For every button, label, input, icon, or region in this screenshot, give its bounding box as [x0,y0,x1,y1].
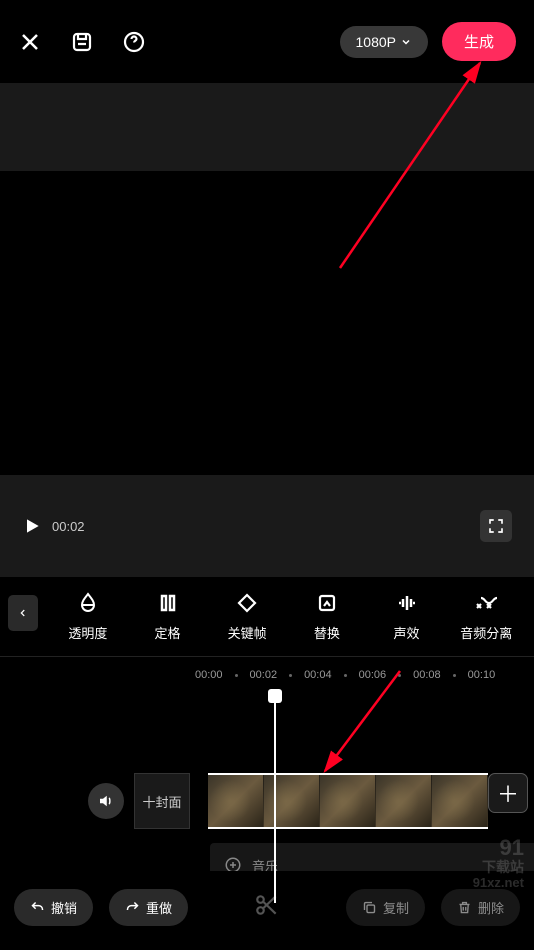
cut-icon[interactable] [254,892,280,923]
video-preview[interactable] [0,171,534,475]
delete-label: 删除 [478,898,504,917]
tool-label: 定格 [155,623,181,642]
copy-icon [362,900,377,915]
tool-label: 关键帧 [228,623,267,642]
playhead[interactable] [274,693,276,903]
tool-opacity[interactable]: 透明度 [48,591,128,642]
edit-toolbar: 透明度 定格 关键帧 替换 声效 音频分离 [0,577,534,657]
ruler-tick: 00:08 [413,669,441,681]
tool-label: 透明度 [68,623,107,642]
resolution-label: 1080P [356,34,396,50]
ruler-tick: 00:02 [250,669,278,681]
sfx-icon [395,591,419,615]
ruler-tick: 00:10 [468,669,496,681]
copy-button[interactable]: 复制 [346,889,425,926]
resolution-button[interactable]: 1080P [340,26,428,58]
copy-label: 复制 [383,898,409,917]
chevron-down-icon [400,36,412,48]
redo-button[interactable]: 重做 [109,889,188,926]
fullscreen-icon[interactable] [480,510,512,542]
delete-button[interactable]: 删除 [441,889,520,926]
thumbnail [376,775,432,827]
freeze-icon [156,591,180,615]
undo-button[interactable]: 撤销 [14,889,93,926]
redo-label: 重做 [146,898,172,917]
video-clip[interactable]: 1227169D1137C1A623453D200666EB31.mp4 [208,773,488,829]
preview-padding-top [0,83,534,171]
tool-audio-separate[interactable]: 音频分离 [446,591,526,642]
thumbnail [432,775,488,827]
tool-label: 声效 [394,623,420,642]
close-icon[interactable] [18,30,42,54]
help-icon[interactable] [122,30,146,54]
opacity-icon [76,591,100,615]
bottom-toolbar: 撤销 重做 复制 删除 [0,871,534,950]
cover-label: 十封面 [142,792,181,811]
tool-label: 音频分离 [460,623,512,642]
audio-separate-icon [474,591,498,615]
generate-button[interactable]: 生成 [442,22,516,61]
keyframe-icon [235,591,259,615]
time-ruler[interactable]: 00:00 00:02 00:04 00:06 00:08 00:10 [0,657,534,693]
tool-keyframe[interactable]: 关键帧 [207,591,287,642]
generate-label: 生成 [464,34,494,51]
tool-sfx[interactable]: 声效 [367,591,447,642]
replace-icon [315,591,339,615]
volume-icon[interactable] [88,783,124,819]
undo-label: 撤销 [51,898,77,917]
cover-button[interactable]: 十封面 [134,773,190,829]
thumbnail [208,775,264,827]
trash-icon [457,900,472,915]
thumbnail [264,775,320,827]
play-icon[interactable] [22,516,42,536]
video-track: 十封面 1227169D1137C1A623453D200666EB31.mp4… [0,769,534,833]
toolbar-collapse[interactable] [8,595,38,631]
tool-label: 替换 [314,623,340,642]
save-icon[interactable] [70,30,94,54]
ruler-tick: 00:04 [304,669,332,681]
undo-icon [30,900,45,915]
tool-replace[interactable]: 替换 [287,591,367,642]
redo-icon [125,900,140,915]
current-time: 00:02 [52,519,85,534]
add-clip-button[interactable]: ＋ [488,773,528,813]
thumbnail [320,775,376,827]
ruler-tick: 00:06 [359,669,387,681]
tool-freeze[interactable]: 定格 [128,591,208,642]
ruler-tick: 00:00 [195,669,223,681]
player-controls: 00:02 [0,475,534,577]
